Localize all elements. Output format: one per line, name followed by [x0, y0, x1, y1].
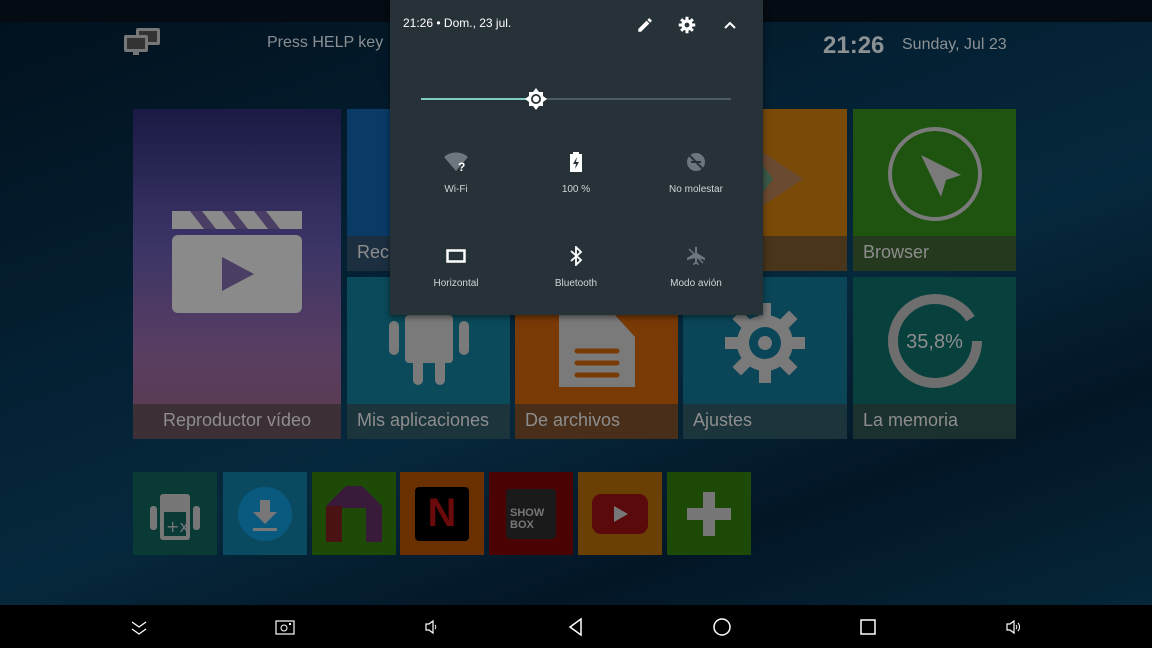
youtube-icon	[592, 493, 648, 534]
qs-label: Wi-Fi	[444, 184, 468, 195]
android-calculator-icon: +x	[150, 493, 200, 540]
tile-label: De archivos	[515, 404, 678, 439]
download-icon	[238, 486, 292, 541]
settings-gear-icon[interactable]	[678, 16, 696, 34]
netflix-icon: N	[415, 486, 469, 541]
quick-settings-panel: 21:26 • Dom., 23 jul. ? Wi-Fi 100 % No mo…	[390, 0, 763, 315]
qs-label: Modo avión	[670, 278, 722, 289]
shortcut-netflix[interactable]: N	[400, 472, 484, 555]
qs-tile-dnd[interactable]: No molestar	[636, 152, 756, 195]
showbox-icon: SHOW BOX	[506, 488, 556, 539]
hide-bar-icon[interactable]	[128, 616, 150, 638]
svg-text:?: ?	[458, 160, 465, 172]
date: Sunday, Jul 23	[902, 36, 1007, 53]
shortcut-youtube[interactable]	[578, 472, 662, 555]
clapperboard-play-icon	[172, 211, 302, 313]
qs-tile-battery[interactable]: 100 %	[516, 152, 636, 195]
edit-pencil-icon[interactable]	[636, 16, 654, 34]
android-icon	[388, 315, 469, 385]
brightness-thumb-icon[interactable]	[524, 87, 548, 111]
volume-down-icon[interactable]	[420, 616, 442, 638]
airplane-off-icon	[687, 247, 705, 265]
qs-label: Bluetooth	[554, 278, 598, 289]
navigation-bar	[0, 605, 1152, 648]
shortcut-apk-installer[interactable]: +x	[133, 472, 217, 555]
brightness-slider[interactable]	[421, 88, 731, 110]
qs-label: 100 %	[561, 184, 591, 195]
tile-label: Mis aplicaciones	[347, 404, 510, 439]
qs-tile-wifi[interactable]: ? Wi-Fi	[396, 152, 516, 195]
screenshot-icon[interactable]	[274, 616, 296, 638]
plus-icon	[687, 491, 731, 536]
gear-icon	[725, 303, 805, 383]
tile-label: Browser	[853, 236, 1016, 271]
battery-charging-icon	[570, 152, 582, 172]
shortcut-mobdro[interactable]	[312, 472, 396, 555]
home-icon[interactable]	[711, 616, 733, 638]
qs-tile-rotation[interactable]: Horizontal	[396, 248, 516, 289]
qs-label: Horizontal	[433, 278, 479, 289]
shortcut-downloader[interactable]	[223, 472, 307, 555]
brightness-fill	[421, 98, 536, 100]
tile-video-player[interactable]: Reproductor vídeo	[133, 109, 341, 439]
memory-percent: 35,8%	[906, 331, 963, 353]
clock: 21:26	[823, 32, 885, 59]
compass-arrow-icon	[887, 127, 982, 221]
recents-icon[interactable]	[857, 616, 879, 638]
collapse-chevron-up-icon[interactable]	[723, 18, 737, 32]
help-hint: Press HELP key	[267, 34, 384, 51]
back-icon[interactable]	[565, 616, 587, 638]
tile-memory[interactable]: 35,8% La memoria	[853, 277, 1016, 439]
file-document-icon	[558, 315, 635, 387]
tile-browser[interactable]: Browser	[853, 109, 1016, 271]
wifi-unknown-icon: ?	[444, 152, 468, 174]
mobdro-icon	[326, 485, 382, 542]
bluetooth-icon	[570, 244, 583, 268]
volume-up-icon[interactable]	[1002, 616, 1024, 638]
qs-tile-bluetooth[interactable]: Bluetooth	[516, 244, 636, 289]
svg-text:+x: +x	[166, 517, 189, 536]
qs-tile-airplane[interactable]: Modo avión	[636, 246, 756, 289]
tile-label: La memoria	[853, 404, 1016, 439]
shortcut-add[interactable]	[667, 472, 751, 555]
screen-rotation-landscape-icon	[446, 249, 466, 263]
qs-datetime: 21:26 • Dom., 23 jul.	[403, 16, 512, 30]
tile-label: Reproductor vídeo	[133, 404, 341, 439]
dual-monitor-icon	[123, 27, 163, 61]
qs-label: No molestar	[669, 184, 723, 195]
do-not-disturb-off-icon	[687, 153, 705, 171]
shortcut-showbox[interactable]: SHOW BOX	[489, 472, 573, 555]
tile-label: Ajustes	[683, 404, 847, 439]
